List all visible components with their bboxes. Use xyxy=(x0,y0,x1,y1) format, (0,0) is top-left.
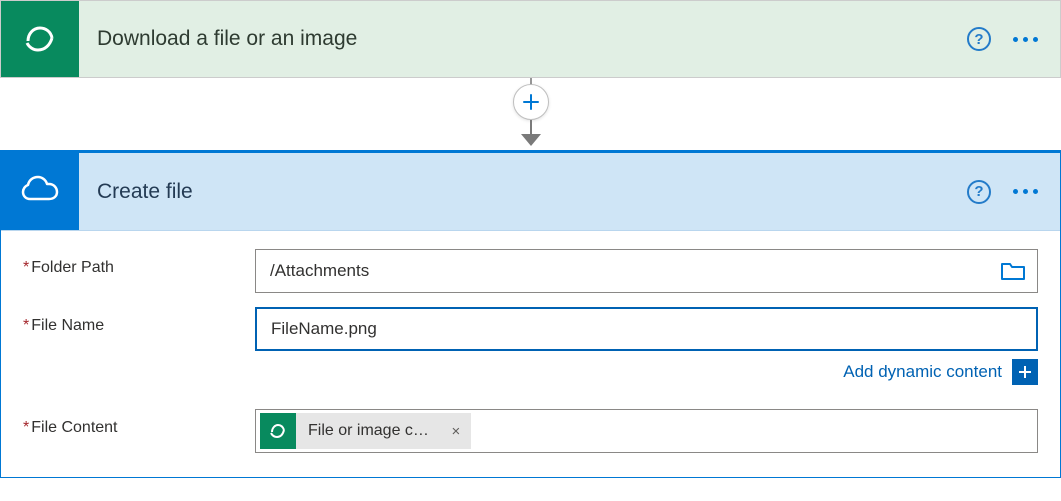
create-file-action-header: Create file ? xyxy=(1,153,1060,231)
dataverse-connector-icon xyxy=(260,413,296,449)
file-content-input[interactable]: File or image c… × xyxy=(255,409,1038,453)
folder-path-label: *Folder Path xyxy=(23,249,255,277)
download-action-title[interactable]: Download a file or an image xyxy=(79,1,967,77)
create-file-action-body: *Folder Path *File Name xyxy=(1,231,1060,477)
add-step-button[interactable] xyxy=(513,84,549,120)
folder-picker-button[interactable] xyxy=(989,250,1037,292)
create-file-action-header-actions: ? xyxy=(967,153,1060,230)
more-menu-icon[interactable] xyxy=(1013,189,1038,194)
dynamic-content-token: File or image c… × xyxy=(260,413,471,449)
help-icon[interactable]: ? xyxy=(967,27,991,51)
folder-path-input[interactable] xyxy=(256,250,989,292)
arrow-down-icon xyxy=(521,134,541,146)
file-name-label-text: File Name xyxy=(31,317,104,334)
folder-icon xyxy=(1000,260,1026,282)
file-name-input-wrap xyxy=(255,307,1038,351)
dataverse-connector-icon xyxy=(1,1,79,77)
file-content-label: *File Content xyxy=(23,409,255,437)
download-action-header-actions: ? xyxy=(967,1,1060,77)
plus-icon xyxy=(1017,364,1033,380)
add-dynamic-content-link[interactable]: Add dynamic content xyxy=(843,362,1002,382)
flow-connector xyxy=(0,78,1061,150)
token-remove-button[interactable]: × xyxy=(441,413,471,449)
file-content-label-text: File Content xyxy=(31,419,117,436)
file-content-row: *File Content File or image c… × xyxy=(23,409,1038,453)
folder-path-row: *Folder Path xyxy=(23,249,1038,293)
download-action-card: Download a file or an image ? xyxy=(0,0,1061,78)
onedrive-connector-icon xyxy=(1,153,79,230)
create-file-action-card: Create file ? *Folder Path * xyxy=(0,150,1061,478)
folder-path-label-text: Folder Path xyxy=(31,259,114,276)
file-name-input[interactable] xyxy=(257,309,1036,349)
token-label: File or image c… xyxy=(296,413,441,449)
file-name-label: *File Name xyxy=(23,307,255,335)
folder-path-input-wrap xyxy=(255,249,1038,293)
create-file-action-title[interactable]: Create file xyxy=(79,153,967,230)
add-dynamic-content-button[interactable] xyxy=(1012,359,1038,385)
add-dynamic-content-row: Add dynamic content xyxy=(255,359,1038,385)
more-menu-icon[interactable] xyxy=(1013,37,1038,42)
help-icon[interactable]: ? xyxy=(967,180,991,204)
file-name-row: *File Name Add dynamic content xyxy=(23,307,1038,395)
